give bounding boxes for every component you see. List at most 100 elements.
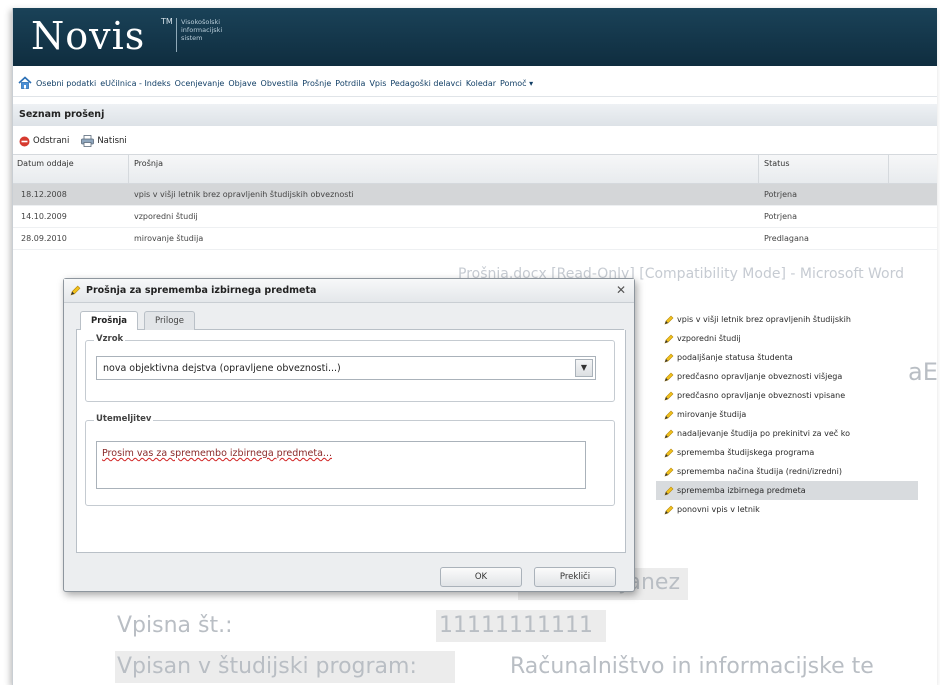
- novis-logo: Novis: [31, 14, 146, 58]
- delete-label: Odstrani: [33, 136, 70, 146]
- cell-status: Predlagana: [764, 234, 809, 243]
- request-dialog: Prošnja za sprememba izbirnega predmeta …: [63, 278, 635, 592]
- menu-item-obvestila[interactable]: Obvestila: [261, 79, 299, 88]
- list-item-label: sprememba izbirnega predmeta: [677, 486, 806, 495]
- cell-date: 14.10.2009: [21, 212, 67, 221]
- list-item[interactable]: nadaljevanje študija po prekinitvi za ve…: [656, 424, 918, 443]
- menu-item-pedagoski-delavci[interactable]: Pedagoški delavci: [390, 79, 461, 88]
- logo-trademark: TM: [161, 17, 173, 26]
- menu-item-koledar[interactable]: Koledar: [466, 79, 496, 88]
- list-item-label: podaljšanje statusa študenta: [677, 353, 793, 362]
- list-item-label: vzporedni študij: [677, 334, 741, 343]
- panel-title: Seznam prošenj: [13, 104, 937, 126]
- pencil-icon: [664, 334, 674, 343]
- list-item-label: sprememba načina študija (redni/izredni): [677, 467, 842, 476]
- column-header-date[interactable]: Datum oddaje: [13, 155, 129, 183]
- tab-priloge[interactable]: Priloge: [144, 311, 196, 330]
- cell-date: 18.12.2008: [21, 190, 67, 199]
- column-header-status[interactable]: Status: [759, 155, 889, 183]
- pencil-icon: [664, 467, 674, 476]
- pencil-icon: [664, 372, 674, 381]
- justification-textarea[interactable]: Prosim vas za spremembo izbirnega predme…: [96, 441, 586, 489]
- print-button[interactable]: Natisni: [81, 135, 127, 147]
- logo-subtitle-line: Visokošolski: [181, 18, 221, 26]
- menu-item-eucilnica[interactable]: eUčilnica - Indeks: [100, 79, 170, 88]
- menu-item-vpis[interactable]: Vpis: [369, 79, 386, 88]
- list-item[interactable]: predčasno opravljanje obveznosti vpisane: [656, 386, 918, 405]
- list-item[interactable]: mirovanje študija: [656, 405, 918, 424]
- cell-request: mirovanje študija: [134, 234, 204, 243]
- list-item-selected[interactable]: sprememba izbirnega predmeta: [656, 481, 918, 500]
- doc-program-value: Računalništvo in informacijske te: [510, 654, 874, 679]
- list-toolbar: Odstrani Natisni: [13, 130, 937, 152]
- pencil-icon: [664, 410, 674, 419]
- list-item[interactable]: vpis v višji letnik brez opravljenih štu…: [656, 310, 918, 329]
- justification-legend: Utemeljitev: [94, 414, 154, 424]
- tab-prosnja[interactable]: Prošnja: [80, 311, 139, 331]
- list-item-label: vpis v višji letnik brez opravljenih štu…: [677, 315, 851, 324]
- delete-button[interactable]: Odstrani: [19, 136, 69, 147]
- dialog-tabs: Prošnja Priloge: [76, 309, 624, 331]
- chevron-down-icon[interactable]: ▼: [575, 359, 593, 377]
- cell-status: Potrjena: [764, 190, 797, 199]
- menu-item-pomoc[interactable]: Pomoč ▾: [500, 79, 533, 88]
- doc-enroll-label: Vpisna št.:: [117, 613, 233, 638]
- list-item[interactable]: sprememba študijskega programa: [656, 443, 918, 462]
- menu-item-osebni-podatki[interactable]: Osebni podatki: [36, 79, 96, 88]
- list-item-label: mirovanje študija: [677, 410, 747, 419]
- table-row[interactable]: 18.12.2008 vpis v višji letnik brez opra…: [13, 184, 937, 206]
- menu-item-potrdila[interactable]: Potrdila: [335, 79, 365, 88]
- justification-fieldset: Utemeljitev Prosim vas za spremembo izbi…: [85, 414, 615, 506]
- list-item[interactable]: vzporedni študij: [656, 329, 918, 348]
- list-item[interactable]: sprememba načina študija (redni/izredni): [656, 462, 918, 481]
- doc-program-label: Vpisan v študijski program:: [117, 654, 417, 679]
- cell-status: Potrjena: [764, 212, 797, 221]
- cancel-button[interactable]: Prekliči: [534, 567, 616, 587]
- pencil-icon: [664, 315, 674, 324]
- cell-date: 28.09.2010: [21, 234, 67, 243]
- reason-fieldset: Vzrok nova objektivna dejstva (opravljen…: [85, 334, 615, 402]
- table-row[interactable]: 14.10.2009 vzporedni študij Potrjena: [13, 206, 937, 228]
- pencil-icon: [664, 505, 674, 514]
- pencil-icon: [664, 353, 674, 362]
- reason-legend: Vzrok: [94, 334, 126, 344]
- main-menu: Osebni podatki eUčilnica - Indeks Ocenje…: [13, 70, 937, 97]
- ok-button[interactable]: OK: [440, 567, 522, 587]
- list-item[interactable]: podaljšanje statusa študenta: [656, 348, 918, 367]
- home-icon[interactable]: [18, 76, 32, 90]
- requests-table: Datum oddaje Prošnja Status 18.12.2008 v…: [13, 154, 937, 250]
- logo-subtitle-line: informacijski: [181, 26, 223, 34]
- request-type-list: vpis v višji letnik brez opravljenih štu…: [656, 310, 918, 519]
- close-icon[interactable]: ✕: [616, 283, 626, 297]
- reason-select[interactable]: nova objektivna dejstva (opravljene obve…: [96, 356, 596, 380]
- pencil-icon: [664, 429, 674, 438]
- app-window: Novis TM Visokošolski informacijski sist…: [12, 8, 937, 685]
- logo-subtitle-line: sistem: [181, 34, 203, 42]
- table-row[interactable]: 28.09.2010 mirovanje študija Predlagana: [13, 228, 937, 250]
- pencil-icon: [664, 391, 674, 400]
- list-item[interactable]: predčasno opravljanje obveznosti višjega: [656, 367, 918, 386]
- cell-request: vpis v višji letnik brez opravljenih štu…: [134, 190, 354, 199]
- dialog-title: Prošnja za sprememba izbirnega predmeta: [64, 279, 634, 303]
- pencil-icon: [70, 285, 81, 296]
- list-item[interactable]: ponovni vpis v letnik: [656, 500, 918, 519]
- menu-item-prosnje[interactable]: Prošnje: [302, 79, 331, 88]
- doc-enroll-value: 11111111111: [439, 613, 593, 638]
- list-item-label: ponovni vpis v letnik: [677, 505, 760, 514]
- list-item-label: predčasno opravljanje obveznosti višjega: [677, 372, 843, 381]
- delete-icon: [19, 136, 30, 146]
- reason-value: nova objektivna dejstva (opravljene obve…: [103, 363, 341, 374]
- menu-item-ocenjevanje[interactable]: Ocenjevanje: [175, 79, 225, 88]
- logo-separator: [176, 18, 177, 52]
- column-header-request[interactable]: Prošnja: [129, 155, 759, 183]
- app-header: Novis TM Visokošolski informacijski sist…: [13, 8, 937, 66]
- pencil-icon: [664, 486, 674, 495]
- list-item-label: nadaljevanje študija po prekinitvi za ve…: [677, 429, 850, 438]
- menu-item-objave[interactable]: Objave: [228, 79, 256, 88]
- logo-subtitle: Visokošolski informacijski sistem: [181, 18, 222, 42]
- list-item-label: predčasno opravljanje obveznosti vpisane: [677, 391, 846, 400]
- table-header: Datum oddaje Prošnja Status: [13, 154, 937, 184]
- printer-icon: [81, 135, 95, 147]
- cell-request: vzporedni študij: [134, 212, 198, 221]
- tab-content: Vzrok nova objektivna dejstva (opravljen…: [76, 330, 626, 553]
